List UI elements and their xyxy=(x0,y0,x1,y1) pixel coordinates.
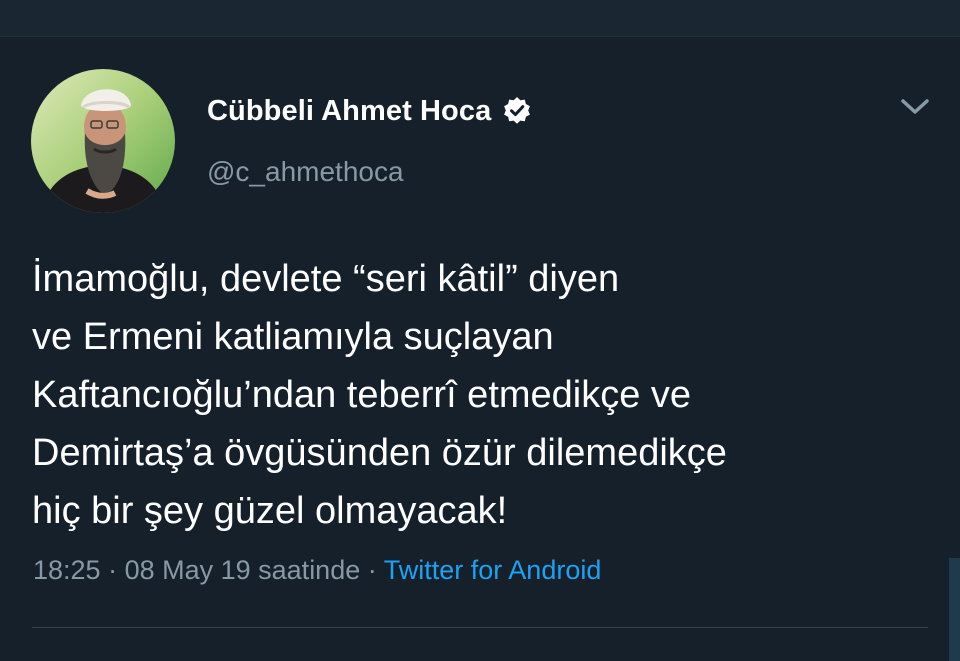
verified-badge-icon xyxy=(502,96,532,126)
meta-separator: · xyxy=(100,555,125,585)
tweet-text-line: hiç bir şey güzel olmayacak! xyxy=(32,490,508,532)
tweet-text-line: ve Ermeni katliamıyla suçlayan xyxy=(32,316,554,358)
chevron-down-icon[interactable] xyxy=(898,95,932,119)
meta-separator: · xyxy=(360,555,384,585)
author-handle[interactable]: @c_ahmethoca xyxy=(207,156,404,188)
tweet-meta: 18:25 · 08 May 19 saatinde · Twitter for… xyxy=(33,555,601,586)
avatar-image xyxy=(31,69,175,213)
tweet-date[interactable]: 08 May 19 saatinde xyxy=(125,555,361,585)
avatar[interactable] xyxy=(31,69,175,213)
divider xyxy=(32,627,928,628)
tweet: Cübbeli Ahmet Hoca @c_ahmethoca İmamoğlu… xyxy=(0,37,960,661)
tweet-time[interactable]: 18:25 xyxy=(33,555,101,585)
tweet-text: İmamoğlu, devlete “seri kâtil” diyen ve … xyxy=(32,250,932,540)
top-bar xyxy=(0,0,960,37)
author-name-row[interactable]: Cübbeli Ahmet Hoca xyxy=(207,94,532,128)
scrollbar[interactable] xyxy=(949,558,960,661)
tweet-text-line: İmamoğlu, devlete “seri kâtil” diyen xyxy=(32,258,620,300)
author-display-name[interactable]: Cübbeli Ahmet Hoca xyxy=(207,95,491,128)
tweet-text-line: Demirtaş’a övgüsünden özür dilemedikçe xyxy=(32,432,727,474)
tweet-text-line: Kaftancıoğlu’ndan teberrî etmedikçe ve xyxy=(32,374,692,416)
tweet-source-link[interactable]: Twitter for Android xyxy=(384,555,602,585)
